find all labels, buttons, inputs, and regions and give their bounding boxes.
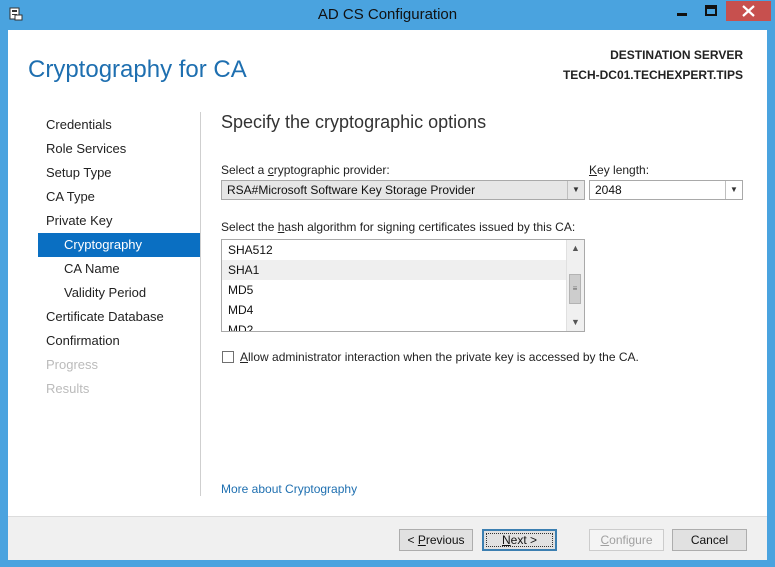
previous-button-prefix: < [407,533,418,547]
section-heading: Specify the cryptographic options [221,112,487,132]
nav-item-label: Certificate Database [46,309,164,324]
nav-item-setup-type[interactable]: Setup Type [38,161,200,185]
scroll-thumb[interactable]: ≡ [569,274,581,304]
nav-item-label: Progress [46,357,99,372]
previous-button[interactable]: < Previous [399,529,473,551]
close-icon [742,5,755,17]
allow-label-text: llow administrator interaction when the … [248,350,639,364]
nav-item-confirmation[interactable]: Confirmation [38,329,200,353]
wizard-client-area: Cryptography for CA DESTINATION SERVER T… [8,30,767,560]
nav-item-label: Setup Type [46,165,112,180]
nav-item-progress: Progress [38,353,200,377]
destination-server-label: DESTINATION SERVER [610,48,743,62]
key-length-dropdown[interactable]: 2048 ▼ [589,180,743,200]
minimize-icon [677,13,687,16]
title-bar[interactable]: AD CS Configuration [0,0,775,30]
focus-rect [486,533,553,547]
previous-accesskey: P [417,533,426,547]
minimize-button[interactable] [668,1,696,21]
next-button[interactable]: Next > [482,529,557,551]
provider-label: Select a cryptographic provider: [221,163,390,177]
maximize-button[interactable] [697,1,725,21]
nav-item-private-key[interactable]: Private Key [38,209,200,233]
nav-item-results: Results [38,377,200,401]
list-scrollbar[interactable]: ▲ ≡ ▼ [566,240,584,331]
wizard-nav: Credentials Role Services Setup Type CA … [38,113,200,401]
nav-item-label: CA Type [46,189,95,204]
chevron-down-icon[interactable]: ▼ [567,181,584,199]
hash-label: Select the hash algorithm for signing ce… [221,220,575,234]
cancel-button[interactable]: Cancel [672,529,747,551]
previous-button-label: revious [425,533,465,547]
key-length-label: Key length: [589,163,649,177]
list-item[interactable]: MD2 [222,320,584,331]
hash-label-text: Select the [221,220,278,234]
nav-item-label: Results [46,381,90,396]
chevron-down-icon[interactable]: ▼ [725,181,742,199]
provider-label-text-rest: ryptographic provider: [273,163,390,177]
allow-interaction-label[interactable]: Allow administrator interaction when the… [240,350,639,364]
nav-item-credentials[interactable]: Credentials [38,113,200,137]
nav-item-role-services[interactable]: Role Services [38,137,200,161]
provider-dropdown-value: RSA#Microsoft Software Key Storage Provi… [227,183,476,197]
scroll-down-icon[interactable]: ▼ [567,314,584,331]
nav-item-ca-name[interactable]: CA Name [38,257,200,281]
nav-item-validity-period[interactable]: Validity Period [38,281,200,305]
list-item-selected[interactable]: SHA1 [222,260,584,280]
nav-item-label: Private Key [46,213,113,228]
nav-item-certificate-database[interactable]: Certificate Database [38,305,200,329]
maximize-icon [705,5,717,16]
app-window: AD CS Configuration Cryptography for CA … [0,0,775,567]
scroll-up-icon[interactable]: ▲ [567,240,584,257]
list-item[interactable]: MD4 [222,300,584,320]
provider-label-text: Select a [221,163,268,177]
nav-item-label: Confirmation [46,333,120,348]
provider-dropdown[interactable]: RSA#Microsoft Software Key Storage Provi… [221,180,585,200]
list-item[interactable]: SHA512 [222,240,584,260]
allow-interaction-checkbox[interactable] [222,351,234,363]
configure-button: Configure [589,529,664,551]
nav-item-label: CA Name [64,261,120,276]
hash-algorithm-list[interactable]: SHA512 SHA1 MD5 MD4 MD2 ▲ ≡ ▼ [221,239,585,332]
hash-label-text-rest: ash algorithm for signing certificates i… [284,220,576,234]
nav-item-label: Validity Period [64,285,147,300]
nav-item-label: Role Services [46,141,127,156]
nav-item-cryptography[interactable]: Cryptography [38,233,200,257]
configure-button-label: onfigure [609,533,653,547]
allow-accesskey: A [240,350,249,364]
nav-item-ca-type[interactable]: CA Type [38,185,200,209]
nav-item-label: Credentials [46,117,112,132]
nav-item-label: Cryptography [64,237,143,252]
key-length-accesskey: K [589,163,598,177]
more-about-cryptography-link[interactable]: More about Cryptography [221,482,357,496]
close-button[interactable] [726,1,771,21]
key-length-value: 2048 [595,183,622,197]
nav-divider [200,112,201,496]
destination-server-name: TECH-DC01.TECHEXPERT.TIPS [562,68,743,82]
list-item[interactable]: MD5 [222,280,584,300]
configure-accesskey: C [600,533,610,547]
key-length-label-text: ey length: [597,163,650,177]
wizard-footer: < Previous Next > Configure Cancel [8,516,767,560]
page-title: Cryptography for CA [28,56,247,83]
window-title: AD CS Configuration [317,6,458,23]
